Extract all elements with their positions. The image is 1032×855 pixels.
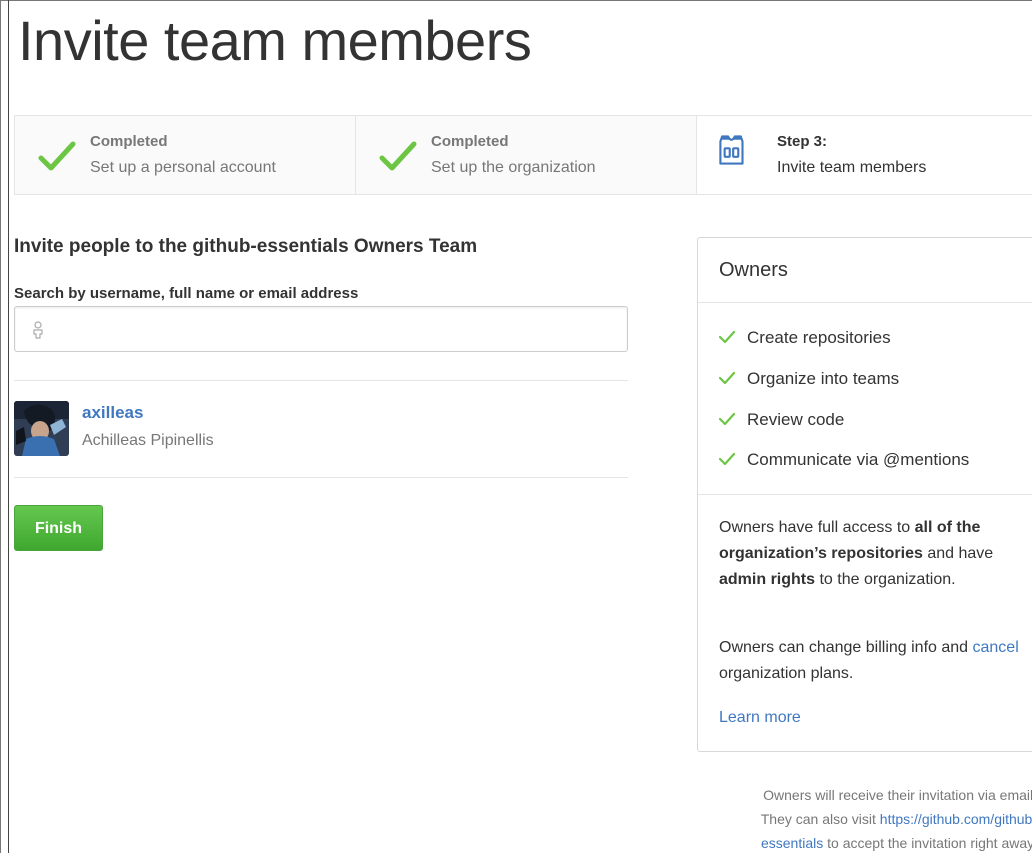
search-input[interactable] [55, 315, 619, 345]
search-label: Search by username, full name or email a… [14, 285, 359, 302]
permission-item: Organize into teams [719, 369, 899, 389]
billing-text: organization plans. [719, 665, 854, 682]
step-description: Invite team members [777, 159, 927, 176]
permission-label: Create repositories [747, 328, 891, 347]
check-icon [719, 412, 735, 426]
check-icon [38, 141, 76, 171]
step-organization: Completed Set up the organization [356, 116, 697, 194]
window-border-top [0, 0, 1032, 1]
desc-text: to the organization. [815, 571, 956, 588]
invitation-footnote: Owners will receive their invitation via… [702, 783, 1032, 855]
divider [698, 494, 1032, 495]
check-icon [719, 452, 735, 466]
footnote-line: Owners will receive their invitation via… [763, 787, 1032, 803]
search-field[interactable] [14, 306, 628, 352]
step-description: Set up a personal account [90, 159, 276, 176]
footnote-text: They can also visit [760, 811, 880, 827]
permission-label: Organize into teams [747, 369, 900, 388]
window-border-inner [8, 0, 9, 853]
member-fullname: Achilleas Pipinellis [82, 432, 214, 449]
billing-text: Owners can change billing info and [719, 639, 973, 656]
step-description: Set up the organization [431, 159, 596, 176]
step-personal-account: Completed Set up a personal account [15, 116, 356, 194]
avatar[interactable] [14, 401, 69, 456]
footnote-text: to accept the invitation right away. [823, 835, 1032, 851]
step-status: Completed [90, 133, 168, 150]
progress-steps: Completed Set up a personal account Comp… [14, 115, 1032, 195]
permission-label: Communicate via @mentions [747, 450, 970, 469]
owners-panel: Owners Create repositories Organize into… [697, 237, 1032, 752]
step-status: Completed [431, 133, 509, 150]
check-icon [719, 371, 735, 385]
permission-label: Review code [747, 410, 845, 429]
learn-more-link[interactable]: Learn more [719, 709, 801, 727]
finish-button[interactable]: Finish [14, 505, 103, 551]
owners-panel-header: Owners [698, 238, 1032, 303]
invite-heading: Invite people to the github-essentials O… [14, 236, 478, 257]
owners-description: Owners have full access to all of the or… [719, 515, 1024, 593]
window-border-left [0, 0, 1, 853]
permission-item: Communicate via @mentions [719, 450, 969, 470]
permission-item: Create repositories [719, 328, 891, 348]
desc-text: and have [922, 545, 994, 562]
desc-emphasis: admin rights [719, 571, 816, 588]
member-username-link[interactable]: axilleas [82, 403, 143, 423]
page-title: Invite team members [18, 9, 532, 72]
person-icon [33, 321, 43, 339]
cancel-link[interactable]: cancel [973, 639, 1019, 656]
divider [14, 380, 628, 381]
check-icon [719, 330, 735, 344]
desc-text: Owners have full access to [719, 519, 915, 536]
permission-item: Review code [719, 410, 844, 430]
owners-title: Owners [719, 259, 788, 281]
divider [14, 477, 628, 478]
step-number: Step 3: [777, 133, 828, 150]
member-row: axilleas Achilleas Pipinellis [14, 401, 628, 459]
jersey-icon [719, 135, 744, 165]
step-invite-members: Step 3: Invite team members [697, 116, 1032, 194]
owners-billing-note: Owners can change billing info and cance… [719, 635, 1024, 687]
check-icon [379, 141, 417, 171]
